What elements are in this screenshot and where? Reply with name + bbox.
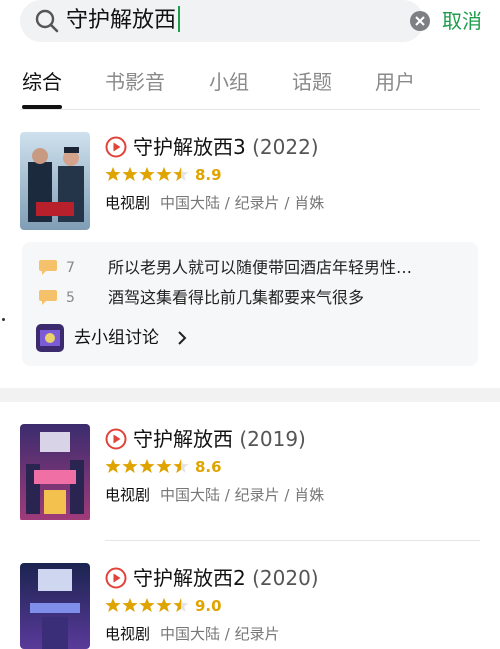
play-icon xyxy=(105,428,127,450)
tab-groups[interactable]: 小组 xyxy=(209,68,249,96)
section-separator xyxy=(0,388,500,402)
comment-count: 5 xyxy=(66,290,75,306)
group-avatar xyxy=(36,324,64,352)
result-meta: 电视剧 中国大陆 / 纪录片 / 肖姝 xyxy=(105,192,324,214)
group-link-label: 去小组讨论 xyxy=(74,328,159,348)
rating-stars xyxy=(105,595,190,614)
star-icon xyxy=(173,598,189,612)
rating-row: 9.0 xyxy=(105,595,222,617)
category-tag: 电视剧 xyxy=(105,625,151,643)
search-icon xyxy=(35,9,59,33)
star-icon xyxy=(173,459,189,473)
play-icon xyxy=(105,567,127,589)
rating-score: 9.0 xyxy=(195,597,222,615)
star-icon xyxy=(156,459,172,473)
rating-stars xyxy=(105,456,190,475)
clear-icon[interactable] xyxy=(410,11,430,31)
star-icon xyxy=(122,167,138,181)
poster-image[interactable] xyxy=(20,424,90,522)
row-divider xyxy=(105,540,480,541)
star-icon xyxy=(105,459,121,473)
star-icon xyxy=(139,167,155,181)
search-input[interactable]: 守护解放西 xyxy=(66,6,181,36)
tab-topics[interactable]: 话题 xyxy=(292,68,332,96)
stray-dot xyxy=(2,318,5,321)
search-bar-row: 守护解放西 取消 xyxy=(0,0,500,48)
result-meta: 电视剧 中国大陆 / 纪录片 xyxy=(105,623,280,645)
tab-bar: 综合 书影音 小组 话题 用户 xyxy=(0,62,500,110)
result-title[interactable]: 守护解放西3 (2022) xyxy=(133,132,319,162)
result-title[interactable]: 守护解放西 (2019) xyxy=(133,424,306,454)
star-icon xyxy=(122,459,138,473)
chevron-right-icon xyxy=(178,331,187,345)
result-item[interactable]: 守护解放西3 (2022) 8.9 电视剧 中国大陆 / 纪录片 / 肖姝 xyxy=(0,132,500,242)
comment-text: 酒驾这集看得比前几集都要来气很多 xyxy=(108,288,365,307)
comment-count: 7 xyxy=(66,260,75,276)
star-icon xyxy=(105,167,121,181)
star-icon xyxy=(156,167,172,181)
rating-stars xyxy=(105,164,190,183)
result-item[interactable]: 守护解放西2 (2020) 9.0 电视剧 中国大陆 / 纪录片 xyxy=(0,563,500,649)
rating-score: 8.6 xyxy=(195,458,222,476)
category-tag: 电视剧 xyxy=(105,194,151,212)
result-info: 中国大陆 / 纪录片 xyxy=(160,625,280,643)
star-icon xyxy=(139,598,155,612)
result-info: 中国大陆 / 纪录片 / 肖姝 xyxy=(160,486,325,504)
text-cursor xyxy=(178,6,181,32)
tab-users[interactable]: 用户 xyxy=(375,68,415,96)
result-meta: 电视剧 中国大陆 / 纪录片 / 肖姝 xyxy=(105,484,324,506)
category-tag: 电视剧 xyxy=(105,486,151,504)
comment-text: 所以老男人就可以随便带回酒店年轻男性… xyxy=(108,258,413,277)
tabs-divider xyxy=(20,109,480,110)
search-box[interactable]: 守护解放西 xyxy=(20,0,430,42)
discussion-panel: 7 所以老男人就可以随便带回酒店年轻男性… 5 酒驾这集看得比前几集都要来气很多… xyxy=(22,242,478,366)
result-item[interactable]: 守护解放西 (2019) 8.6 电视剧 中国大陆 / 纪录片 / 肖姝 xyxy=(0,424,500,534)
poster-image[interactable] xyxy=(20,132,90,230)
cancel-button[interactable]: 取消 xyxy=(442,6,482,36)
rating-score: 8.9 xyxy=(195,166,222,184)
result-info: 中国大陆 / 纪录片 / 肖姝 xyxy=(160,194,325,212)
tab-all[interactable]: 综合 xyxy=(22,68,62,96)
star-icon xyxy=(122,598,138,612)
comment-bubble-icon xyxy=(39,260,57,275)
star-icon xyxy=(156,598,172,612)
star-icon xyxy=(105,598,121,612)
rating-row: 8.6 xyxy=(105,456,222,478)
star-icon xyxy=(139,459,155,473)
result-title[interactable]: 守护解放西2 (2020) xyxy=(133,563,319,593)
tab-books-movies-music[interactable]: 书影音 xyxy=(105,68,165,96)
poster-image[interactable] xyxy=(20,563,90,649)
rating-row: 8.9 xyxy=(105,164,222,186)
star-icon xyxy=(173,167,189,181)
comment-bubble-icon xyxy=(39,290,57,305)
play-icon xyxy=(105,136,127,158)
